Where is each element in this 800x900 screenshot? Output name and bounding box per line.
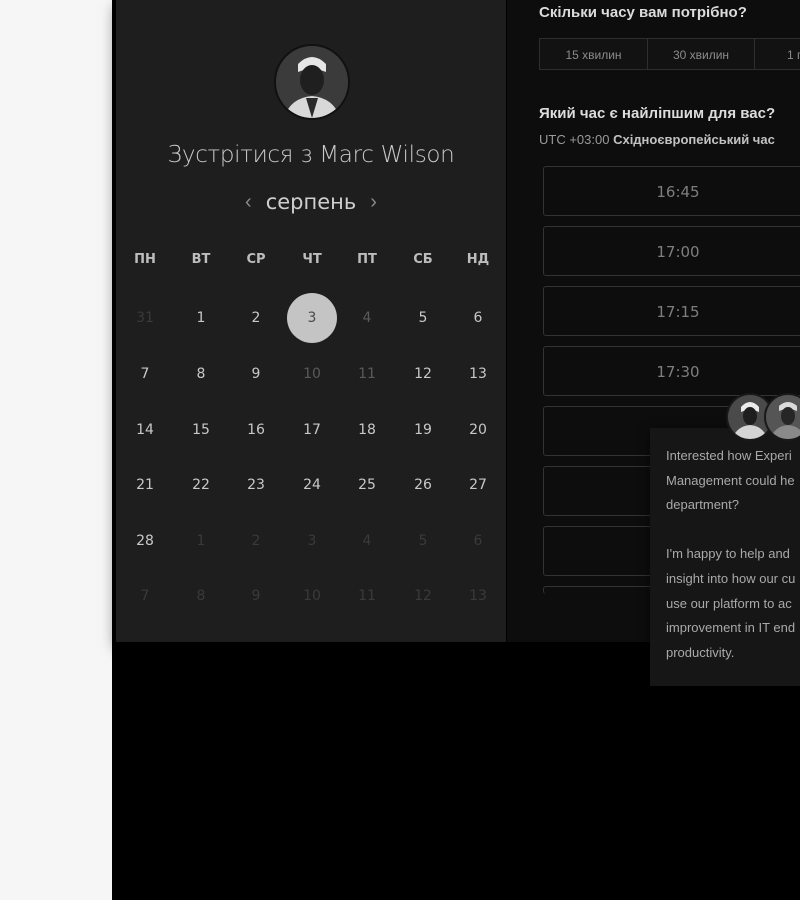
calendar-day[interactable]: 20 [458, 410, 498, 450]
calendar-day: 6 [473, 533, 483, 549]
chat-line: productivity. [666, 644, 735, 660]
time-slot[interactable]: 17:15 [543, 286, 800, 336]
chat-line: Interested how Experi [666, 448, 792, 463]
weekday-label: ЧТ [302, 252, 322, 267]
chat-popup[interactable]: Interested how Experi Management could h… [650, 428, 800, 686]
calendar-day: 31 [136, 310, 154, 326]
calendar-day: 1 [196, 533, 206, 549]
month-label: серпень [265, 190, 357, 214]
chat-line: I'm happy to help and [666, 546, 790, 562]
calendar-day[interactable]: 17 [292, 410, 332, 450]
duration-option-15[interactable]: 15 хвилин [539, 38, 648, 70]
weekday-label: СР [246, 252, 266, 267]
calendar-day[interactable]: 21 [125, 465, 165, 505]
calendar-day: 9 [251, 588, 261, 604]
weekday-label: ВТ [191, 252, 211, 267]
chat-line: improvement in IT end [666, 620, 796, 636]
weekday-label: ПН [134, 252, 156, 267]
calendar-day[interactable]: 22 [181, 465, 221, 505]
person-photo-icon [276, 46, 348, 118]
calendar-day: 4 [362, 310, 372, 326]
calendar-day[interactable]: 14 [125, 410, 165, 450]
timezone-label: UTC +03:00 Східноєвропейський час [539, 132, 775, 147]
calendar-day: 5 [418, 533, 428, 549]
calendar-day: 4 [362, 533, 372, 549]
calendar-day[interactable]: 6 [458, 298, 498, 338]
calendar-day[interactable]: 5 [403, 298, 443, 338]
calendar-day[interactable]: 13 [458, 354, 498, 394]
chat-line: use our platform to ac [666, 595, 792, 611]
calendar-day: 13 [469, 588, 487, 604]
chat-message: Interested how Experi Management could h… [666, 444, 800, 665]
calendar-day[interactable]: 7 [125, 354, 165, 394]
calendar-day: 2 [251, 533, 261, 549]
timezone-offset: UTC +03:00 [539, 132, 610, 147]
chat-line: department? [666, 497, 739, 513]
weekday-label: ПТ [357, 252, 377, 267]
meeting-title: Зустрітися з Marc Wilson [167, 142, 455, 168]
calendar-panel: Зустрітися з Marc Wilson ‹ серпень › ПН … [116, 0, 506, 642]
timezone-name: Східноєвропейський час [613, 132, 775, 147]
calendar-day[interactable]: 26 [403, 465, 443, 505]
calendar-day[interactable]: 15 [181, 410, 221, 450]
calendar-day: 7 [140, 588, 150, 604]
calendar-day[interactable]: 12 [403, 354, 443, 394]
calendar-day-selected[interactable]: 3 [287, 293, 337, 343]
calendar-day: 10 [303, 366, 321, 382]
chat-line: insight into how our cu [666, 570, 796, 586]
duration-option-30[interactable]: 30 хвилин [647, 38, 755, 70]
calendar-day: 8 [196, 588, 206, 604]
person-photo-icon [766, 395, 800, 439]
calendar-day[interactable]: 9 [236, 354, 276, 394]
chat-line: Management could he [666, 472, 795, 488]
weekday-label: НД [466, 252, 490, 267]
calendar-day[interactable]: 1 [181, 298, 221, 338]
calendar-day[interactable]: 23 [236, 465, 276, 505]
time-slot[interactable]: 17:00 [543, 226, 800, 276]
time-question: Який час є найліпшим для вас? [539, 105, 776, 122]
calendar-day[interactable]: 16 [236, 410, 276, 450]
chevron-left-icon[interactable]: ‹ [245, 192, 252, 212]
calendar-day[interactable]: 24 [292, 465, 332, 505]
calendar-day[interactable]: 25 [347, 465, 387, 505]
chevron-right-icon[interactable]: › [370, 192, 377, 212]
calendar-day: 11 [358, 366, 376, 382]
calendar-day[interactable]: 19 [403, 410, 443, 450]
calendar-day[interactable]: 8 [181, 354, 221, 394]
calendar-day: 12 [414, 588, 432, 604]
duration-option-60[interactable]: 1 г [754, 38, 800, 70]
time-slot[interactable]: 17:30 [543, 346, 800, 396]
calendar-day: 10 [303, 588, 321, 604]
weekday-label: СБ [413, 252, 433, 267]
host-avatar [274, 44, 350, 120]
month-navigation: ‹ серпень › [116, 190, 506, 214]
time-slot[interactable]: 16:45 [543, 166, 800, 216]
calendar-day[interactable]: 27 [458, 465, 498, 505]
duration-question: Скільки часу вам потрібно? [539, 4, 747, 21]
calendar-day: 11 [358, 588, 376, 604]
calendar-day[interactable]: 18 [347, 410, 387, 450]
calendar-day[interactable]: 28 [125, 521, 165, 561]
page-background-strip [0, 0, 112, 900]
calendar-day: 3 [307, 533, 317, 549]
calendar-day[interactable]: 2 [236, 298, 276, 338]
